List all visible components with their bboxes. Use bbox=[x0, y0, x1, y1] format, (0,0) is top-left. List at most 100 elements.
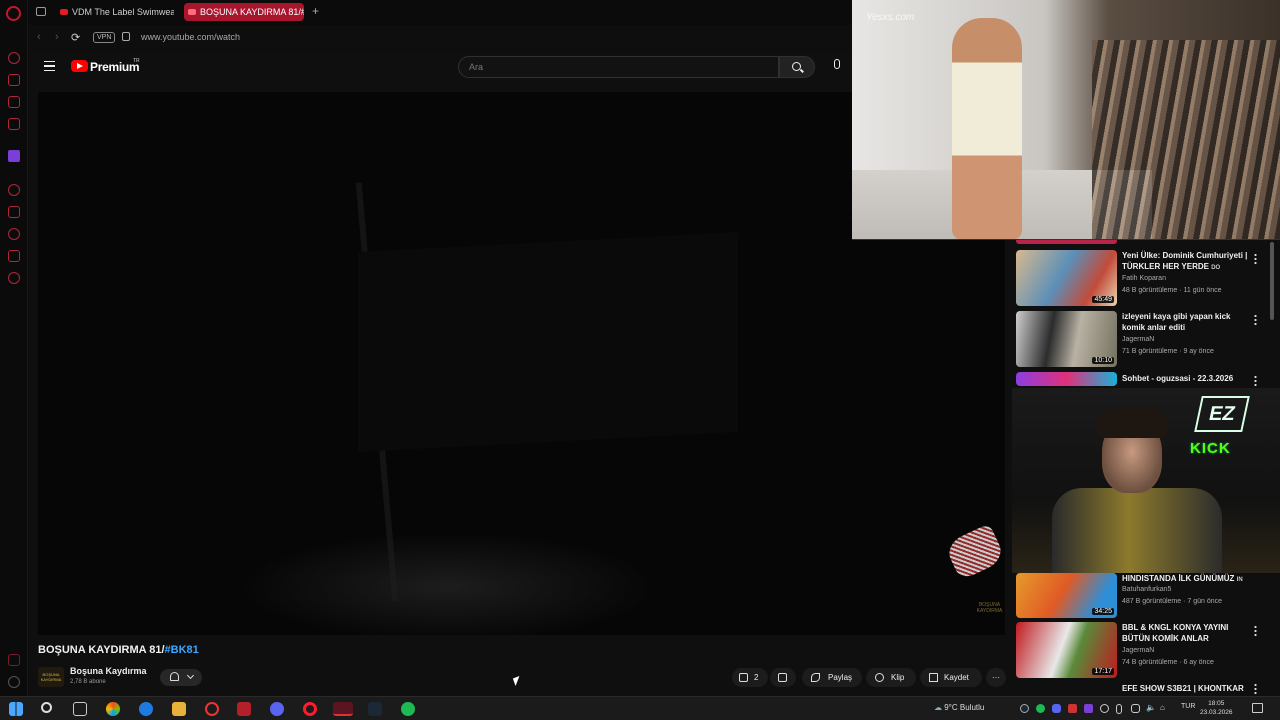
player-icon[interactable] bbox=[8, 184, 20, 196]
app-tray-icon[interactable] bbox=[1084, 704, 1093, 713]
workspace-icon[interactable] bbox=[8, 74, 20, 86]
pinboard-icon[interactable] bbox=[8, 250, 20, 262]
vpn-badge[interactable]: VPN bbox=[93, 32, 116, 43]
messenger-icon[interactable] bbox=[8, 96, 20, 108]
recommendation-channel[interactable]: JagermaN bbox=[1122, 336, 1154, 343]
system-clock[interactable]: 18:05 23.03.2026 bbox=[1200, 699, 1233, 717]
youtube-premium-label[interactable]: Premium bbox=[90, 60, 140, 74]
menu-icon[interactable] bbox=[44, 61, 55, 71]
mail-icon[interactable] bbox=[8, 118, 20, 130]
video-thumbnail[interactable]: 10:10 bbox=[1016, 311, 1117, 367]
steam-tray-icon[interactable] bbox=[1020, 704, 1029, 713]
gx-icon[interactable] bbox=[8, 654, 20, 666]
youtube-logo-icon[interactable] bbox=[71, 60, 88, 72]
recommendation-channel[interactable]: Fatih Koparan bbox=[1122, 275, 1166, 282]
file-explorer-icon[interactable] bbox=[172, 702, 186, 716]
channel-name[interactable]: Boşuna Kaydırma bbox=[70, 666, 147, 676]
voicemeeter-icon[interactable] bbox=[237, 702, 251, 716]
recommendation-channel[interactable]: JagermaN bbox=[1122, 647, 1154, 654]
recommendation-title[interactable]: Yeni Ülke: Dominik Cumhuriyeti | TÜRKLER… bbox=[1122, 250, 1254, 274]
video-hashtag-link[interactable]: #BK81 bbox=[165, 644, 199, 656]
more-actions-button[interactable]: ··· bbox=[986, 668, 1006, 687]
opera-gx-icon[interactable] bbox=[205, 702, 219, 716]
video-thumbnail[interactable]: 17:17 bbox=[1016, 622, 1117, 678]
spotify-icon[interactable] bbox=[401, 702, 415, 716]
forward-icon[interactable]: › bbox=[55, 31, 59, 43]
copilot-icon[interactable] bbox=[106, 702, 120, 716]
discord-icon[interactable] bbox=[270, 702, 284, 716]
video-thumbnail[interactable]: 45:49 bbox=[1016, 250, 1117, 306]
more-vert-icon[interactable] bbox=[1254, 314, 1257, 325]
picture-in-picture-window[interactable]: Yesxs.com bbox=[852, 0, 1280, 240]
twitch-icon[interactable] bbox=[8, 150, 20, 162]
recommendation-item[interactable]: 45:49 Yeni Ülke: Dominik Cumhuriyeti | T… bbox=[1016, 250, 1272, 308]
recommendation-title[interactable]: izleyeni kaya gibi yapan kick komik anla… bbox=[1122, 311, 1254, 333]
task-view-icon[interactable] bbox=[73, 702, 87, 716]
dislike-button[interactable] bbox=[770, 668, 796, 687]
voice-search-icon[interactable] bbox=[834, 59, 840, 69]
more-vert-icon[interactable] bbox=[1254, 375, 1257, 386]
recommendation-title[interactable]: EFE SHOW S3B21 | KHONTKAR bbox=[1122, 683, 1254, 694]
more-vert-icon[interactable] bbox=[1254, 253, 1257, 264]
share-button[interactable]: Paylaş bbox=[802, 668, 862, 687]
search-input[interactable]: Ara bbox=[458, 56, 779, 78]
input-language[interactable]: TUR bbox=[1181, 703, 1195, 710]
thumbs-down-icon bbox=[778, 673, 787, 682]
opera-icon[interactable] bbox=[303, 702, 317, 716]
notification-button[interactable] bbox=[160, 669, 202, 686]
aria-icon[interactable] bbox=[8, 52, 20, 64]
video-thumbnail[interactable]: 34:25 bbox=[1016, 573, 1117, 618]
weather-widget[interactable]: ☁ 9°C Bulutlu bbox=[934, 703, 984, 712]
recommendation-item[interactable]: 17:17 BBL & KNGL KONYA YAYINI BÜTÜN KOMİ… bbox=[1016, 622, 1272, 680]
bookmarks-icon[interactable] bbox=[8, 206, 20, 218]
new-tab-button[interactable]: + bbox=[312, 4, 319, 18]
tab-vdm[interactable]: VDM The Label Swimwear bbox=[56, 3, 174, 21]
edge-icon[interactable] bbox=[139, 702, 153, 716]
recommendations-scrollbar[interactable] bbox=[1270, 242, 1274, 320]
clock-time: 18:05 bbox=[1208, 700, 1225, 707]
recommendation-item[interactable]: EFE SHOW S3B21 | KHONTKAR bbox=[1016, 683, 1272, 695]
channel-avatar[interactable]: BOŞUNA KAYDIRMA bbox=[38, 667, 64, 687]
recommendation-partial-thumb[interactable] bbox=[1016, 240, 1117, 244]
bookmark-icon bbox=[929, 673, 938, 682]
settings-icon[interactable] bbox=[8, 272, 20, 284]
save-button[interactable]: Kaydet bbox=[920, 668, 982, 687]
more-vert-icon[interactable] bbox=[1254, 625, 1257, 636]
search-icon[interactable] bbox=[41, 702, 52, 713]
app-tray-icon[interactable] bbox=[1068, 704, 1077, 713]
tab-overview-icon[interactable] bbox=[36, 7, 46, 16]
network-icon[interactable] bbox=[1131, 704, 1140, 713]
tab-label: VDM The Label Swimwear bbox=[72, 7, 174, 17]
history-icon[interactable] bbox=[8, 228, 20, 240]
recommendation-channel[interactable]: Batuhanfurkan5 bbox=[1122, 586, 1171, 593]
app-tray-icon[interactable] bbox=[1100, 704, 1109, 713]
steam-icon[interactable] bbox=[368, 702, 382, 716]
more-icon[interactable] bbox=[8, 676, 20, 688]
windows-start-icon[interactable] bbox=[9, 702, 23, 716]
clip-button[interactable]: Klip bbox=[866, 668, 916, 687]
more-vert-icon[interactable] bbox=[1254, 683, 1257, 694]
url-field[interactable]: www.youtube.com/watch bbox=[141, 32, 240, 42]
network-status-icon[interactable]: ⌂ bbox=[1160, 703, 1165, 712]
bell-icon bbox=[170, 672, 179, 681]
recommendation-item[interactable]: 10:10 izleyeni kaya gibi yapan kick komi… bbox=[1016, 311, 1272, 369]
reload-icon[interactable]: ⟳ bbox=[71, 31, 80, 44]
opera-logo-icon[interactable] bbox=[6, 6, 21, 21]
opera-active-icon[interactable] bbox=[333, 702, 353, 716]
recommendation-title[interactable]: HINDISTANDA İLK GÜNÜMÜZ IN bbox=[1122, 573, 1254, 586]
microphone-icon[interactable] bbox=[1116, 704, 1122, 714]
spotify-tray-icon[interactable] bbox=[1036, 704, 1045, 713]
volume-icon[interactable]: 🔈 bbox=[1146, 703, 1156, 712]
discord-tray-icon[interactable] bbox=[1052, 704, 1061, 713]
notifications-icon[interactable] bbox=[1252, 703, 1263, 713]
recommendation-item[interactable]: Sohbet - oguzsasi - 22.3.2026 bbox=[1016, 372, 1272, 388]
lock-icon[interactable] bbox=[122, 32, 130, 41]
like-button[interactable]: 2 bbox=[732, 668, 768, 687]
search-button[interactable] bbox=[779, 56, 815, 78]
scissors-icon bbox=[875, 673, 884, 682]
recommendation-title[interactable]: BBL & KNGL KONYA YAYINI BÜTÜN KOMİK ANLA… bbox=[1122, 622, 1254, 644]
recommendation-title[interactable]: Sohbet - oguzsasi - 22.3.2026 bbox=[1122, 373, 1254, 384]
back-icon[interactable]: ‹ bbox=[37, 31, 41, 43]
tab-current-video[interactable]: BOŞUNA KAYDIRMA 81/#B bbox=[184, 3, 304, 21]
video-thumbnail[interactable] bbox=[1016, 372, 1117, 386]
